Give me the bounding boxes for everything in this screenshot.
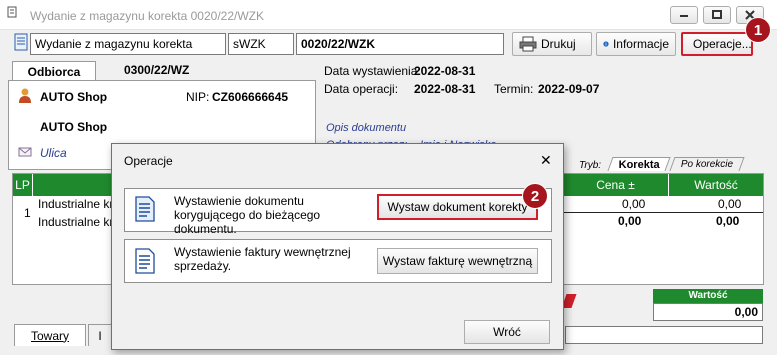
term-label: Termin: — [494, 82, 534, 96]
tab-po-korekcie-label: Po korekcie — [680, 159, 733, 170]
invoice-document-icon — [135, 248, 155, 274]
minimize-icon — [680, 15, 688, 17]
dialog-close-button[interactable]: ✕ — [540, 152, 552, 169]
info-label: Informacje — [612, 37, 669, 51]
row1-lp: 1 — [24, 206, 31, 220]
series-field[interactable]: sWZK — [228, 33, 294, 55]
row1-name[interactable]: Industrialne krz — [38, 197, 119, 211]
maximize-button[interactable] — [703, 6, 731, 24]
tab-po-korekcie[interactable]: Po korekcie — [669, 157, 745, 171]
issue-correction-button[interactable]: Wystaw dokument korekty — [377, 194, 538, 220]
option-correction-text: Wystawienie dokumentu korygującego do bi… — [174, 194, 321, 236]
doc-type-field[interactable]: Wydanie z magazynu korekta — [30, 33, 226, 55]
back-label: Wróć — [493, 325, 521, 339]
company-name: AUTO Shop — [40, 90, 108, 104]
tab-second[interactable]: I — [88, 324, 112, 346]
document-icon — [14, 33, 28, 51]
description-label[interactable]: Opis dokumentu — [326, 122, 406, 134]
operations-label: Operacje... — [693, 37, 752, 51]
tab-odbiorca[interactable]: Odbiorca — [12, 61, 96, 81]
print-label: Drukuj — [541, 37, 576, 51]
col-lp-header[interactable]: LP — [13, 174, 33, 196]
number-field[interactable]: 0020/22/WZK — [296, 33, 504, 55]
issue-internal-invoice-button[interactable]: Wystaw fakturę wewnętrzną — [377, 248, 538, 274]
issue-correction-label: Wystaw dokument korekty — [387, 200, 528, 214]
tab-towary-label: Towary — [30, 328, 69, 343]
total-value: 0,00 — [653, 303, 763, 321]
nip-label: NIP: — [186, 90, 210, 104]
correction-document-icon — [135, 196, 155, 222]
step-badge-2: 2 — [522, 183, 548, 209]
bottom-field[interactable] — [565, 326, 763, 344]
col-wartosc-header[interactable]: Wartość — [669, 174, 763, 196]
operations-dialog: Operacje ✕ Wystawienie dokumentu koryguj… — [111, 143, 564, 350]
person-icon — [19, 88, 31, 103]
print-button[interactable]: Drukuj — [512, 32, 592, 56]
row2-wartosc: 0,00 — [716, 214, 740, 228]
app-icon — [7, 6, 17, 18]
dialog-title: Operacje — [124, 154, 173, 168]
op-date-label: Data operacji: — [324, 82, 399, 96]
tab-korekta[interactable]: Korekta — [607, 157, 671, 171]
row2-name[interactable]: Industrialne krz — [38, 215, 119, 229]
company-name-2: AUTO Shop — [40, 120, 108, 134]
tab-towary[interactable]: Towary — [14, 324, 86, 346]
envelope-icon — [18, 147, 32, 157]
maximize-icon — [712, 10, 722, 19]
term-date: 2022-09-07 — [538, 82, 600, 96]
tab-korekta-label: Korekta — [618, 158, 660, 171]
col-cena-header[interactable]: Cena ± — [563, 174, 669, 196]
info-button[interactable]: Informacje — [596, 32, 676, 56]
printer-icon — [519, 36, 537, 52]
street: Ulica — [40, 146, 67, 160]
grid-sum-line — [563, 212, 763, 213]
step-badge-1: 1 — [745, 17, 771, 43]
row1-wartosc: 0,00 — [718, 197, 742, 211]
minimize-button[interactable] — [670, 6, 698, 24]
total-label: Wartość — [653, 289, 763, 303]
operations-button[interactable]: Operacje... — [681, 32, 753, 56]
op-date: 2022-08-31 — [414, 82, 476, 96]
row1-cena: 0,00 — [622, 197, 646, 211]
issue-date: 2022-08-31 — [414, 64, 476, 78]
issue-date-label: Data wystawienia: — [324, 64, 421, 78]
wz-number: 0300/22/WZ — [124, 63, 190, 77]
info-icon — [603, 41, 609, 47]
mode-label: Tryb: — [579, 160, 602, 171]
row2-cena: 0,00 — [618, 214, 642, 228]
nip-value: CZ606666645 — [212, 90, 289, 104]
issue-internal-invoice-label: Wystaw fakturę wewnętrzną — [382, 254, 533, 268]
back-button[interactable]: Wróć — [464, 320, 550, 344]
option-invoice-text: Wystawienie faktury wewnętrznej sprzedaż… — [174, 245, 351, 273]
window-title: Wydanie z magazynu korekta 0020/22/WZK — [30, 9, 265, 23]
title-bar: Wydanie z magazynu korekta 0020/22/WZK — [0, 0, 777, 30]
